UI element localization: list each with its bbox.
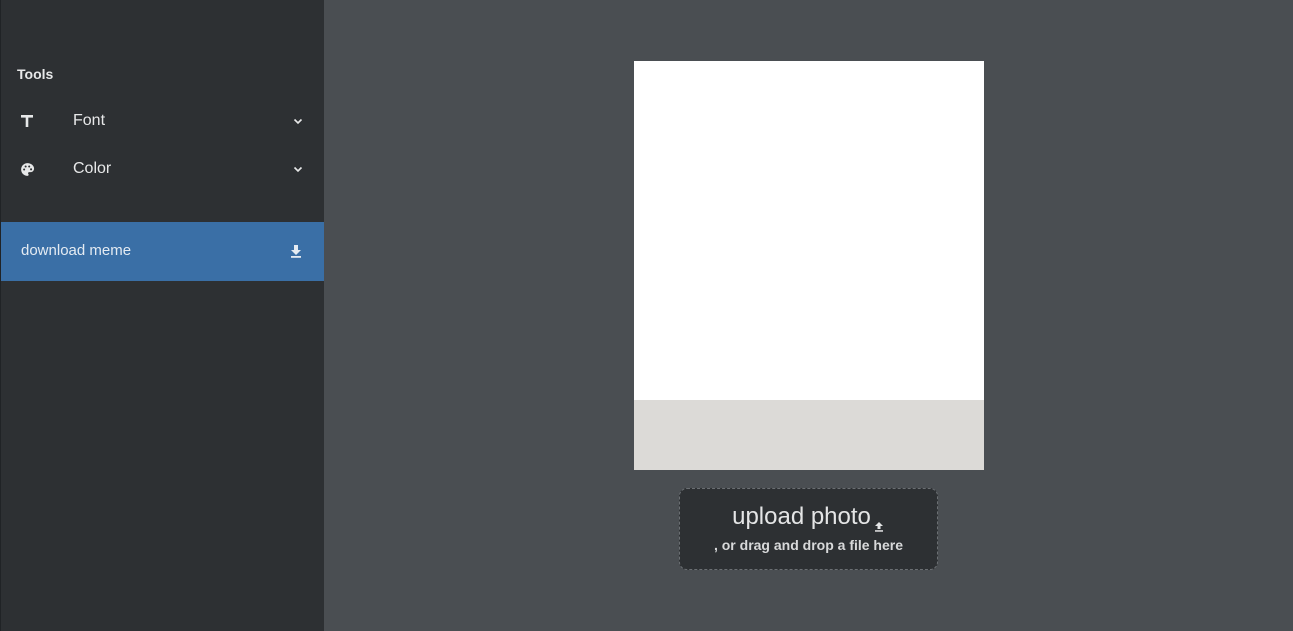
chevron-down-icon — [291, 162, 305, 176]
upload-photo-dropzone[interactable]: upload photo , or drag and drop a file h… — [679, 488, 938, 570]
text-icon — [18, 112, 36, 130]
download-meme-label: download meme — [21, 242, 132, 259]
palette-icon — [18, 160, 36, 178]
download-icon — [287, 242, 305, 260]
color-tool-label: Color — [73, 160, 112, 177]
upload-photo-label: upload photo — [732, 503, 871, 530]
color-tool-row[interactable]: Color — [1, 149, 324, 189]
upload-icon — [873, 512, 885, 532]
upload-photo-button[interactable]: upload photo — [680, 503, 937, 532]
drag-drop-hint: , or drag and drop a file here — [713, 537, 904, 553]
meme-canvas — [634, 61, 984, 470]
font-tool-label: Font — [73, 112, 106, 129]
tools-heading: Tools — [17, 66, 54, 82]
sidebar: Tools Font Color download meme — [0, 0, 324, 631]
font-tool-row[interactable]: Font — [1, 101, 324, 141]
download-meme-button[interactable]: download meme — [1, 222, 324, 281]
chevron-down-icon — [291, 114, 305, 128]
meme-bottom-strip — [634, 400, 984, 470]
